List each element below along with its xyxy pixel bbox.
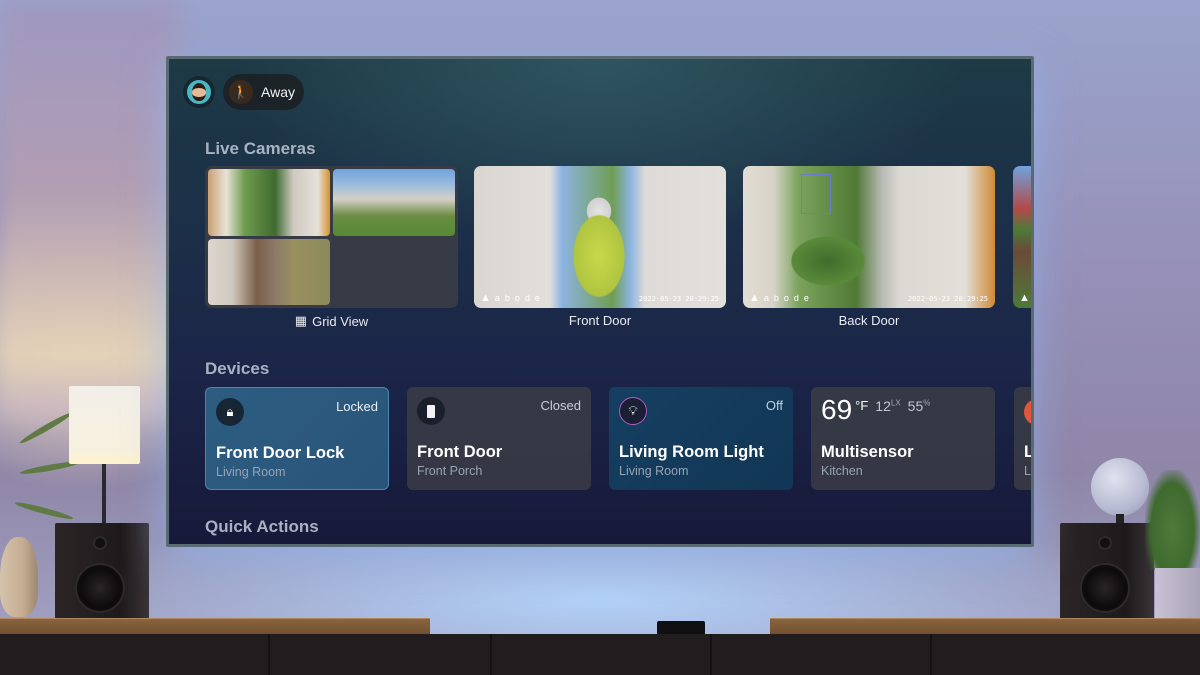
lamp-pole	[102, 464, 106, 524]
tv-frame: 🚶 Away Live Cameras ▦ Grid View ▲ abode …	[166, 56, 1034, 547]
temperature-unit: °F	[855, 398, 869, 413]
camera-caption-front-door: Front Door	[568, 313, 632, 328]
abode-logo-icon: ▲	[480, 292, 491, 304]
empty-grid-cell	[333, 238, 455, 305]
camera-timestamp: 2022-05-23 20:29:25	[907, 295, 988, 303]
door-icon	[417, 397, 445, 425]
brand-label: abode	[763, 293, 814, 303]
abode-logo-icon: ▲	[749, 292, 760, 304]
device-name: Multisensor	[821, 443, 914, 461]
streaming-box	[657, 621, 705, 635]
speaker-left	[55, 523, 149, 619]
device-name: Front Door	[417, 443, 503, 461]
tweeter	[93, 536, 107, 550]
camera-feed-thumbnail	[208, 238, 330, 305]
plant-pot	[1155, 568, 1200, 618]
lock-icon: 🔒︎	[216, 398, 244, 426]
vase	[0, 537, 38, 617]
camera-feed-thumbnail	[333, 169, 455, 236]
user-avatar[interactable]	[187, 80, 211, 104]
device-card-front-door-lock[interactable]: 🔒︎ Locked Front Door Lock Living Room	[205, 387, 389, 490]
camera-tile-back-door[interactable]: ▲ abode 2022-05-23 20:29:25	[743, 166, 995, 308]
devices-heading: Devices	[205, 359, 270, 378]
camera-feed-thumbnail	[208, 169, 330, 236]
wall-lamp-glow	[0, 0, 180, 420]
device-room: Living Room	[619, 464, 689, 478]
device-name: L	[1024, 443, 1031, 461]
light-bulb-icon: 💡︎	[619, 397, 647, 425]
tv-cabinet	[0, 634, 1200, 675]
camera-caption-grid-view: ▦ Grid View	[205, 313, 458, 329]
device-card-front-door[interactable]: Closed Front Door Front Porch	[407, 387, 591, 490]
motion-detection-box	[801, 174, 831, 214]
plant-leaf	[14, 500, 74, 522]
device-room: Front Porch	[417, 464, 483, 478]
globe	[1091, 458, 1149, 516]
device-status: Locked	[336, 399, 378, 414]
lux-value: 12	[875, 398, 891, 414]
security-mode-button[interactable]: 🚶 Away	[223, 74, 304, 110]
device-card-multisensor[interactable]: 69 °F 12LX 55% Multisensor Kitchen	[811, 387, 995, 490]
tweeter	[1098, 536, 1112, 550]
memoji-face	[192, 83, 206, 101]
camera-tile-front-door[interactable]: ▲ abode 2022-05-23 20:29:25	[474, 166, 726, 308]
device-room: L	[1024, 464, 1031, 478]
device-name: Living Room Light	[619, 443, 764, 461]
device-icon	[1024, 399, 1031, 425]
abode-logo-icon: ▲	[1019, 292, 1030, 304]
device-card-living-room-light[interactable]: 💡︎ Off Living Room Light Living Room	[609, 387, 793, 490]
lux-reading: 12LX	[875, 398, 900, 414]
device-status: Closed	[540, 398, 581, 413]
abode-watermark: ▲	[1019, 292, 1030, 304]
quick-actions-heading: Quick Actions	[205, 517, 319, 536]
humidity-unit: %	[923, 398, 931, 408]
device-name: Front Door Lock	[216, 444, 345, 462]
device-status: Off	[765, 398, 783, 413]
security-mode-label: Away	[261, 84, 295, 100]
tv-screen: 🚶 Away Live Cameras ▦ Grid View ▲ abode …	[169, 59, 1031, 544]
sensor-readout: 69 °F 12LX 55%	[821, 395, 930, 425]
cabinet-seam	[710, 634, 712, 675]
grid-view-icon: ▦	[294, 313, 308, 328]
humidity-reading: 55%	[908, 398, 931, 414]
device-room: Living Room	[216, 465, 286, 479]
woofer	[1080, 563, 1130, 613]
humidity-value: 55	[907, 398, 924, 414]
camera-grid-view-tile[interactable]	[205, 166, 458, 308]
woofer	[75, 563, 125, 613]
speaker-right	[1060, 523, 1154, 619]
camera-tile-partial[interactable]: ▲	[1013, 166, 1031, 308]
cabinet-seam	[490, 634, 492, 675]
lamp-shade	[69, 386, 140, 464]
plant	[1145, 470, 1200, 570]
camera-caption-back-door: Back Door	[838, 313, 900, 328]
away-mode-icon: 🚶	[229, 80, 253, 104]
device-card-partial[interactable]: L L	[1014, 387, 1031, 490]
cabinet-seam	[930, 634, 932, 675]
abode-watermark: ▲ abode	[480, 292, 545, 304]
camera-timestamp: 2022-05-23 20:29:25	[638, 295, 719, 303]
cabinet-seam	[268, 634, 270, 675]
brand-label: abode	[494, 293, 545, 303]
temperature-value: 69	[821, 394, 853, 425]
camera-label: Grid View	[312, 313, 369, 329]
lux-unit: LX	[890, 398, 901, 408]
live-cameras-heading: Live Cameras	[205, 139, 316, 158]
device-room: Kitchen	[821, 464, 863, 478]
abode-watermark: ▲ abode	[749, 292, 814, 304]
